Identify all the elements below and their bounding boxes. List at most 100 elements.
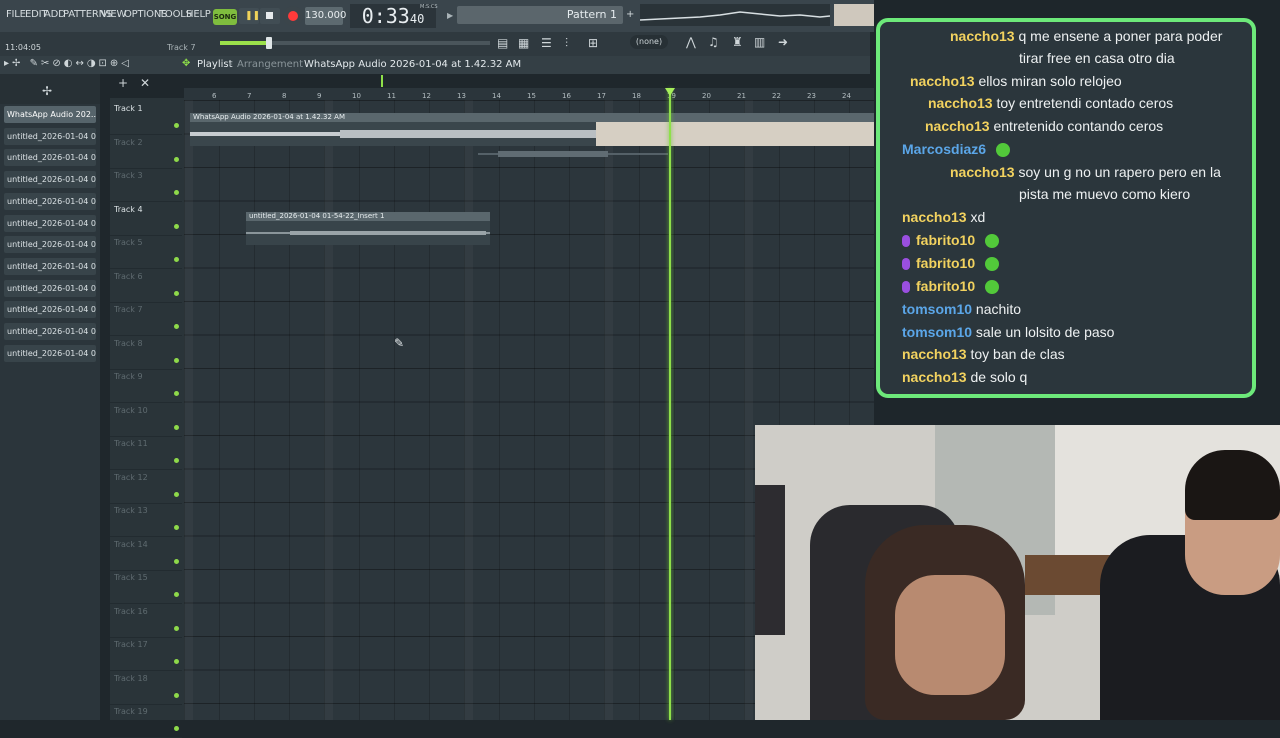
track-header[interactable]: Track 4 (110, 202, 182, 236)
picker-clip-item[interactable]: untitled_2026-01-04 01-... (4, 257, 96, 275)
playlist-arrangement[interactable]: Arrangement (237, 59, 303, 70)
track-mute-led[interactable] (174, 357, 179, 363)
pause-button[interactable]: ❚❚ (239, 8, 260, 24)
remove-track-icon[interactable]: ✕ (140, 76, 150, 90)
picker-clip-item[interactable]: untitled_2026-01-04 01-... (4, 323, 96, 340)
chat-username[interactable]: fabrito10 (916, 255, 975, 271)
track-header[interactable]: Track 10 (110, 403, 182, 437)
picker-clip-item[interactable]: WhatsApp Audio 202... (4, 106, 96, 123)
chat-username[interactable]: tomsom10 (902, 301, 972, 317)
master-volume-slider[interactable] (220, 41, 490, 45)
track-header[interactable]: Track 7 (110, 302, 182, 336)
track-header[interactable]: Track 9 (110, 369, 182, 403)
track-mute-led[interactable] (174, 290, 179, 296)
track-header[interactable]: Track 16 (110, 604, 182, 638)
playlist-tools-icons[interactable]: ▸✢ ✎✂⊘◐↔◑⊡⊕◁ (4, 58, 132, 69)
chat-username[interactable]: fabrito10 (916, 278, 975, 294)
mixer-icon[interactable]: ⫶ (565, 36, 568, 51)
playlist-view-icon[interactable]: ▤ (497, 36, 508, 50)
pattern-selector[interactable]: Pattern 1 (457, 6, 623, 24)
chat-username[interactable]: naccho13 (928, 95, 993, 111)
audio-clip-insert1[interactable]: untitled_2026-01-04 01-54-22_Insert 1 (246, 212, 490, 245)
track-header[interactable]: Track 19 (110, 704, 182, 738)
track-mute-led[interactable] (174, 491, 179, 497)
picker-clip-item[interactable]: untitled_2026-01-04 01-... (4, 301, 96, 319)
browser-icon[interactable]: ☰ (541, 36, 552, 50)
track-mute-led[interactable] (174, 458, 179, 463)
chat-username[interactable]: tomsom10 (902, 324, 972, 340)
track-mute-led[interactable] (174, 424, 179, 430)
picker-clip-item[interactable]: untitled_2026-01-04 01-... (4, 127, 96, 145)
picker-clip-item[interactable]: untitled_2026-01-04 01-... (4, 149, 96, 167)
track-mute-led[interactable] (174, 558, 179, 564)
track-mute-led[interactable] (174, 525, 179, 530)
track-mute-led[interactable] (174, 391, 179, 396)
track-mute-led[interactable] (174, 659, 179, 664)
chat-username[interactable]: naccho13 (925, 118, 990, 134)
chat-username[interactable]: naccho13 (910, 73, 975, 89)
stop-button[interactable] (260, 8, 280, 24)
track-header[interactable]: Track 8 (110, 336, 182, 370)
chat-username[interactable]: fabrito10 (916, 232, 975, 248)
step-icon[interactable]: ⋀ (686, 35, 696, 49)
song-mode-button[interactable]: SONG (213, 9, 237, 25)
menu-help[interactable]: HELP (186, 9, 211, 20)
chat-username[interactable]: naccho13 (902, 346, 967, 362)
record-button[interactable] (283, 6, 303, 26)
master-volume-handle[interactable] (266, 37, 272, 49)
picker-move-icon[interactable]: ✢ (42, 84, 52, 98)
picker-clip-item[interactable]: untitled_2026-01-04 01-... (4, 171, 96, 189)
track-header[interactable]: Track 14 (110, 537, 182, 571)
chat-username[interactable]: naccho13 (950, 28, 1015, 44)
song-position-indicator[interactable] (381, 75, 383, 87)
piano-roll-icon[interactable]: ▦ (518, 36, 529, 50)
chat-username[interactable]: Marcosdiaz6 (902, 141, 986, 157)
track-header[interactable]: Track 11 (110, 436, 182, 470)
track-header[interactable]: Track 13 (110, 503, 182, 537)
playhead-marker[interactable] (665, 88, 675, 96)
track-name: Track 4 (114, 204, 143, 214)
track-mute-led[interactable] (174, 123, 179, 128)
track-mute-led[interactable] (174, 692, 179, 698)
add-track-icon[interactable]: + (118, 76, 128, 90)
track-header[interactable]: Track 5 (110, 235, 182, 269)
channel-rack-icon[interactable]: ⊞ (588, 36, 598, 50)
menu-file[interactable]: FILE (6, 9, 26, 20)
track-header[interactable]: Track 6 (110, 269, 182, 303)
track-mute-led[interactable] (174, 726, 179, 731)
track-mute-led[interactable] (174, 190, 179, 195)
track-header[interactable]: Track 1 (110, 101, 182, 135)
picker-clip-item[interactable]: untitled_2026-01-04 01-... (4, 192, 96, 210)
tempo-display[interactable]: 130.000 (305, 7, 346, 25)
track-mute-led[interactable] (174, 592, 179, 597)
chat-username[interactable]: naccho13 (950, 164, 1015, 180)
add-pattern-icon[interactable]: + (626, 9, 634, 20)
playlist-arrow-icon[interactable]: ✥ (182, 58, 190, 69)
track-mute-led[interactable] (174, 257, 179, 262)
track-mute-led[interactable] (174, 625, 179, 631)
track-header[interactable]: Track 18 (110, 671, 182, 705)
picker-clip-item[interactable]: untitled_2026-01-04 01-... (4, 214, 96, 232)
audio-clip-whatsapp[interactable]: WhatsApp Audio 2026-01-04 at 1.42.32 AM (190, 113, 874, 146)
next-icon[interactable]: ➜ (778, 35, 788, 49)
track-mute-led[interactable] (174, 324, 179, 329)
pattern-arrow-icon[interactable]: ▶ (447, 11, 453, 20)
track-header[interactable]: Track 12 (110, 470, 182, 504)
track-header[interactable]: Track 2 (110, 135, 182, 169)
piano-icon[interactable]: ▥ (754, 35, 765, 49)
track-header[interactable]: Track 15 (110, 570, 182, 604)
track-mute-led[interactable] (174, 156, 179, 162)
track-header[interactable]: Track 17 (110, 637, 182, 671)
typing-keyboard-icon[interactable]: ♫ (708, 35, 719, 49)
track-header[interactable]: Track 3 (110, 168, 182, 202)
chat-username[interactable]: naccho13 (902, 209, 967, 225)
picker-clip-item[interactable]: untitled_2026-01-04 01-... (4, 344, 96, 362)
picker-clip-item[interactable]: untitled_2026-01-04 01-... (4, 236, 96, 254)
chat-username[interactable]: naccho13 (902, 369, 967, 385)
menu-view[interactable]: VIEW (101, 9, 126, 20)
snap-selector[interactable]: (none) (630, 35, 668, 49)
metronome-icon[interactable]: ♜ (732, 35, 743, 49)
picker-clip-item[interactable]: untitled_2026-01-04 01-... (4, 279, 96, 297)
playhead-line[interactable] (669, 88, 671, 720)
track-mute-led[interactable] (174, 223, 179, 229)
